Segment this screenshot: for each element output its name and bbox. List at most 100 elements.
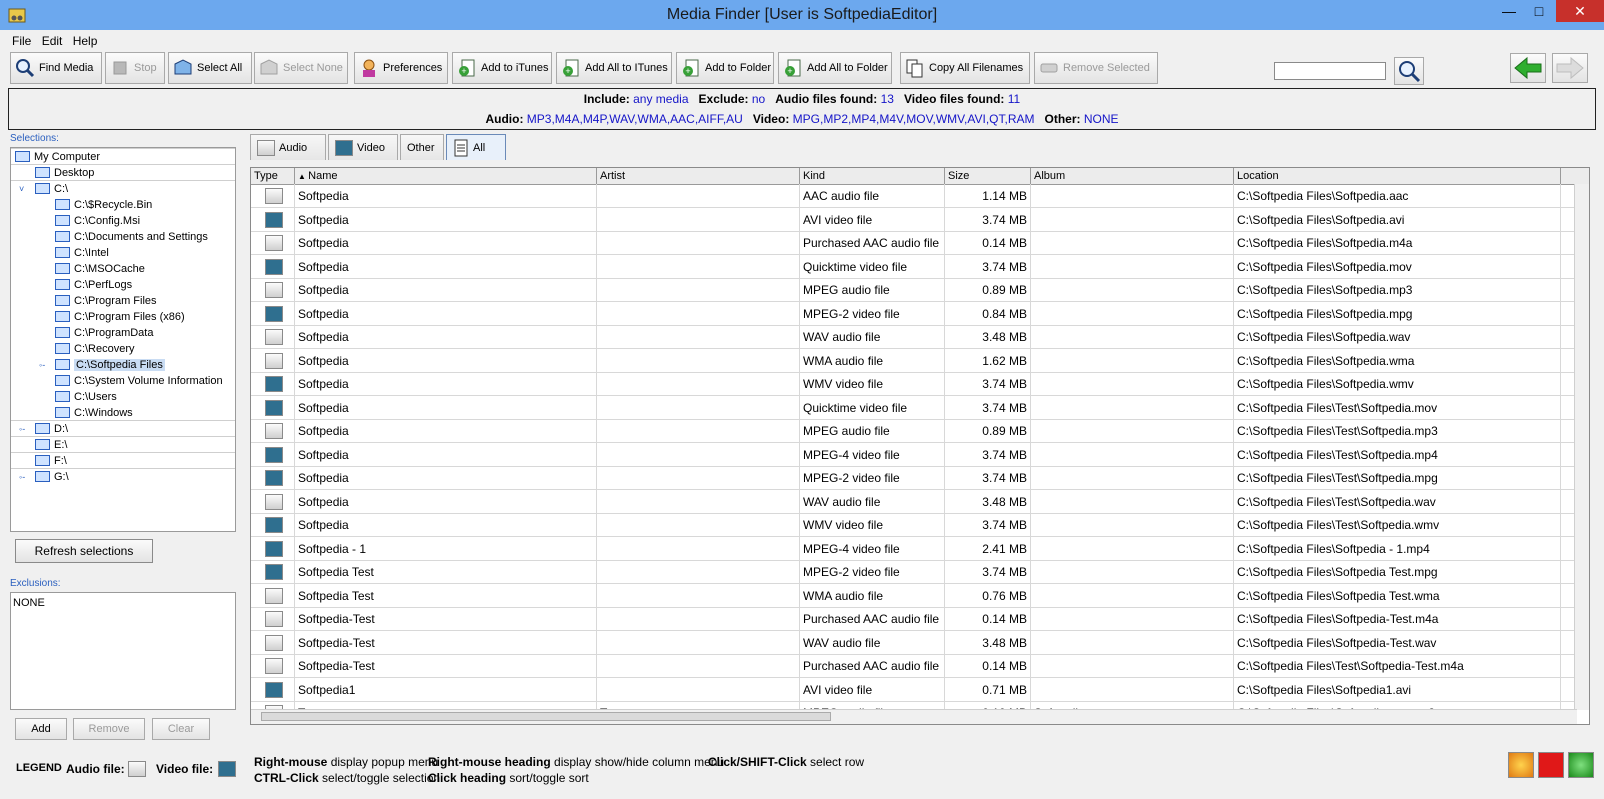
tree-node[interactable]: C:\Documents and Settings bbox=[55, 229, 208, 244]
search-input[interactable] bbox=[1274, 62, 1386, 80]
search-info-panel: Include: any media Exclude: no Audio fil… bbox=[8, 88, 1596, 130]
table-row[interactable]: Softpedia-Test Purchased AAC audio file 0.… bbox=[251, 654, 1575, 678]
preferences-button[interactable]: Preferences bbox=[354, 52, 448, 84]
selections-tree[interactable]: My Computer Desktop ˅ C:\ C:\$Recycle.Bin C:\… bbox=[10, 147, 236, 532]
tree-node[interactable]: C:\ProgramData bbox=[55, 325, 153, 340]
minimize-icon[interactable]: — bbox=[1494, 0, 1524, 22]
remove-selected-button[interactable]: Remove Selected bbox=[1034, 52, 1158, 84]
expand-right-icon[interactable]: ◦- bbox=[39, 360, 45, 370]
select-none-button[interactable]: Select None bbox=[254, 52, 348, 84]
close-icon[interactable]: ✕ bbox=[1556, 0, 1604, 22]
tree-node[interactable]: E:\ bbox=[35, 437, 67, 452]
table-row[interactable]: Softpedia WMV video file 3.74 MB C:\Softped… bbox=[251, 513, 1575, 537]
tree-node[interactable]: C:\$Recycle.Bin bbox=[55, 197, 152, 212]
tree-node[interactable]: F:\ bbox=[35, 453, 67, 468]
table-row[interactable]: Softpedia - 1 MPEG-4 video file 2.41 MB C:\… bbox=[251, 536, 1575, 561]
maximize-icon[interactable]: □ bbox=[1524, 0, 1554, 22]
table-row[interactable]: Softpedia MPEG-2 video file 0.84 MB C:\Soft… bbox=[251, 301, 1575, 326]
table-row[interactable]: Softpedia WMA audio file 1.62 MB C:\Softped… bbox=[251, 348, 1575, 373]
exclude-value[interactable]: no bbox=[752, 92, 765, 106]
media-table[interactable]: Type ▲ Name Artist Kind Size Album Location So… bbox=[250, 167, 1590, 725]
exclusions-list[interactable]: NONE bbox=[10, 592, 236, 710]
tree-node[interactable]: C:\Program Files (x86) bbox=[55, 309, 185, 324]
tree-node[interactable]: C:\Program Files bbox=[55, 293, 157, 308]
forward-button[interactable] bbox=[1552, 53, 1588, 83]
tree-node[interactable]: C:\Intel bbox=[55, 245, 109, 260]
table-row[interactable]: Softpedia MPEG audio file 0.89 MB C:\Softpe… bbox=[251, 278, 1575, 302]
horizontal-scrollbar[interactable] bbox=[251, 709, 1577, 724]
column-header-size[interactable]: Size bbox=[945, 168, 1031, 184]
tree-node[interactable]: ◦- D:\ bbox=[19, 421, 68, 436]
tree-node[interactable]: C:\MSOCache bbox=[55, 261, 145, 276]
tab-audio[interactable]: Audio bbox=[250, 134, 326, 160]
table-row[interactable]: Softpedia WAV audio file 3.48 MB C:\Softped… bbox=[251, 489, 1575, 514]
tree-node[interactable]: ◦- G:\ bbox=[19, 469, 69, 484]
include-value[interactable]: any media bbox=[633, 92, 688, 106]
table-row[interactable]: Softpedia MPEG-4 video file 3.74 MB C:\Soft… bbox=[251, 442, 1575, 467]
add-all-to-itunes-button[interactable]: + Add All to ITunes bbox=[556, 52, 672, 84]
column-header-artist[interactable]: Artist bbox=[597, 168, 800, 184]
tab-video[interactable]: Video bbox=[328, 134, 398, 160]
column-header-name[interactable]: ▲ Name bbox=[295, 168, 597, 184]
other-types-value[interactable]: NONE bbox=[1084, 112, 1119, 126]
stop-indicator-icon[interactable] bbox=[1538, 752, 1564, 778]
table-row[interactable]: Softpedia Purchased AAC audio file 0.14 MB… bbox=[251, 231, 1575, 255]
column-header-kind[interactable]: Kind bbox=[800, 168, 945, 184]
exclusion-add-button[interactable]: Add bbox=[15, 718, 67, 740]
table-row[interactable]: Softpedia-Test Purchased AAC audio file 0.… bbox=[251, 607, 1575, 631]
menu-edit[interactable]: Edit bbox=[42, 32, 70, 48]
back-button[interactable] bbox=[1510, 53, 1546, 83]
exclusion-remove-button[interactable]: Remove bbox=[73, 718, 145, 740]
table-row[interactable]: Softpedia-Test WAV audio file 3.48 MB C:\So… bbox=[251, 630, 1575, 655]
expand-down-icon[interactable]: ˅ bbox=[19, 184, 24, 194]
expand-right-icon[interactable]: ◦- bbox=[19, 472, 25, 482]
column-header-album[interactable]: Album bbox=[1031, 168, 1234, 184]
table-row[interactable]: Softpedia WMV video file 3.74 MB C:\Softped… bbox=[251, 372, 1575, 396]
column-header-type[interactable]: Type bbox=[251, 168, 295, 184]
stop-button[interactable]: Stop bbox=[105, 52, 165, 84]
table-row[interactable]: Softpedia AAC audio file 1.14 MB C:\Softped… bbox=[251, 184, 1575, 208]
table-row[interactable]: Softpedia Test MPEG-2 video file 3.74 MB C:… bbox=[251, 560, 1575, 584]
tree-node[interactable]: My Computer bbox=[15, 149, 100, 164]
table-row[interactable]: Softpedia Test WMA audio file 0.76 MB C:\So… bbox=[251, 583, 1575, 608]
tree-node[interactable]: C:\Recovery bbox=[55, 341, 135, 356]
search-button[interactable] bbox=[1394, 57, 1424, 85]
tree-node[interactable]: C:\Config.Msi bbox=[55, 213, 140, 228]
audio-types-value[interactable]: MP3,M4A,M4P,WAV,WMA,AAC,AIFF,AU bbox=[527, 112, 743, 126]
tree-node[interactable]: C:\Users bbox=[55, 389, 117, 404]
tree-node[interactable]: C:\Windows bbox=[55, 405, 133, 420]
refresh-selections-button[interactable]: Refresh selections bbox=[15, 539, 153, 563]
cell-kind: MPEG audio file bbox=[800, 419, 945, 443]
select-all-button[interactable]: Select All bbox=[168, 52, 252, 84]
table-row[interactable]: Softpedia Quicktime video file 3.74 MB C:\S… bbox=[251, 395, 1575, 420]
add-to-itunes-button[interactable]: + Add to iTunes bbox=[452, 52, 552, 84]
table-row[interactable]: Softpedia AVI video file 3.74 MB C:\Softped… bbox=[251, 207, 1575, 232]
expand-right-icon[interactable]: ◦- bbox=[19, 424, 25, 434]
table-row[interactable]: Softpedia MPEG-2 video file 3.74 MB C:\Soft… bbox=[251, 466, 1575, 490]
menu-file[interactable]: File bbox=[0, 32, 38, 48]
cell-kind: MPEG-4 video file bbox=[800, 442, 945, 467]
add-all-to-folder-button[interactable]: + Add All to Folder bbox=[778, 52, 892, 84]
tab-other[interactable]: Other bbox=[400, 134, 444, 160]
column-header-location[interactable]: Location bbox=[1234, 168, 1561, 184]
table-row[interactable]: Softpedia WAV audio file 3.48 MB C:\Softped… bbox=[251, 325, 1575, 349]
vertical-scrollbar[interactable] bbox=[1574, 184, 1589, 710]
itunes-icon[interactable] bbox=[1508, 752, 1534, 778]
table-row[interactable]: Softpedia1 AVI video file 0.71 MB C:\Softpe… bbox=[251, 677, 1575, 702]
table-row[interactable]: Softpedia MPEG audio file 0.89 MB C:\Softpe… bbox=[251, 419, 1575, 443]
exclusion-clear-button[interactable]: Clear bbox=[152, 718, 210, 740]
video-types-value[interactable]: MPG,MP2,MP4,M4V,MOV,WMV,AVI,QT,RAM bbox=[793, 112, 1035, 126]
tree-node[interactable]: ◦- C:\Softpedia Files bbox=[39, 357, 165, 372]
menu-help[interactable]: Help bbox=[73, 32, 105, 48]
table-row[interactable]: Softpedia Quicktime video file 3.74 MB C:\S… bbox=[251, 254, 1575, 279]
tree-node[interactable]: Desktop bbox=[35, 165, 94, 180]
copy-all-filenames-button[interactable]: Copy All Filenames bbox=[900, 52, 1030, 84]
tree-node[interactable]: ˅ C:\ bbox=[19, 181, 68, 196]
info-icon[interactable] bbox=[1568, 752, 1594, 778]
add-to-folder-button[interactable]: + Add to Folder bbox=[676, 52, 774, 84]
tab-all[interactable]: All bbox=[446, 134, 506, 160]
find-media-button[interactable]: Find Media bbox=[10, 52, 102, 84]
tree-node[interactable]: C:\PerfLogs bbox=[55, 277, 132, 292]
horizontal-scroll-thumb[interactable] bbox=[261, 712, 831, 721]
tree-node[interactable]: C:\System Volume Information bbox=[55, 373, 223, 388]
